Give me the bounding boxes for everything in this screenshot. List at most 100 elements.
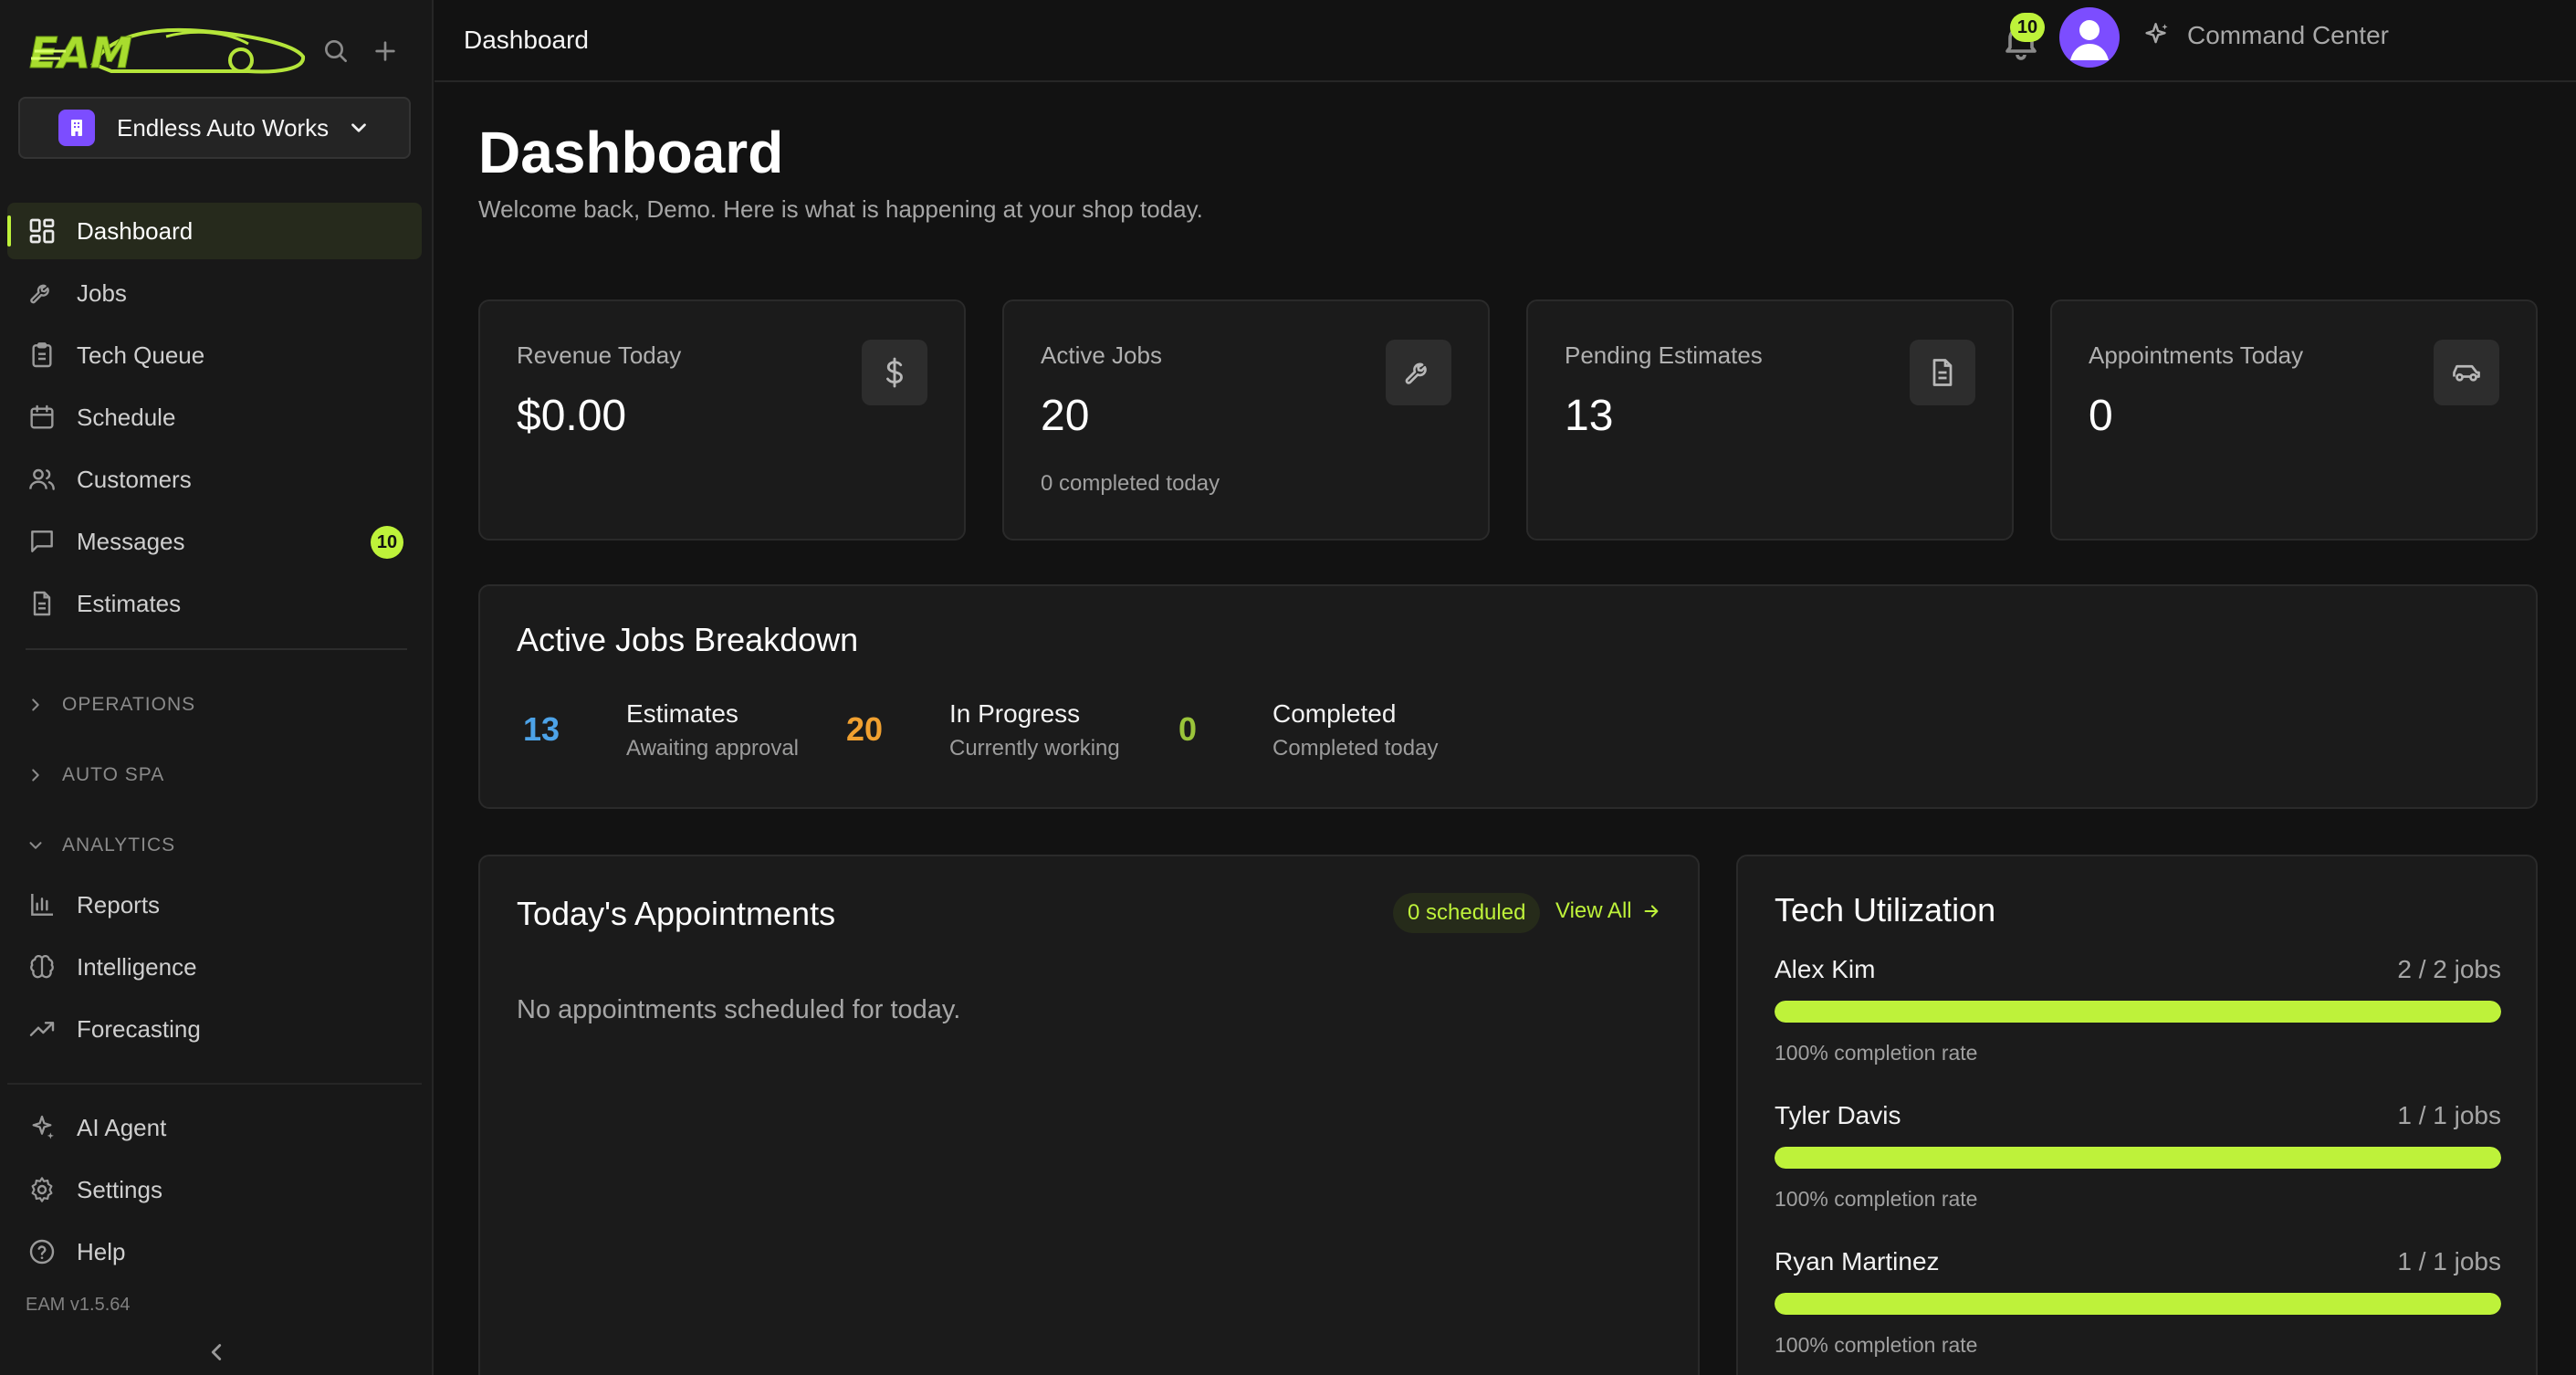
main-nav: Dashboard Jobs Tech Queue Schedule Custo… <box>7 203 422 637</box>
collapse-sidebar-icon[interactable] <box>203 1338 230 1366</box>
card-title: Tech Utilization <box>1775 891 1996 929</box>
stat-label: Pending Estimates <box>1565 341 1763 369</box>
empty-appointments-message: No appointments scheduled for today. <box>517 995 961 1024</box>
sparkle-icon <box>32 1115 54 1139</box>
breakdown-sub: Awaiting approval <box>626 736 800 761</box>
command-center-button[interactable]: Command Center <box>2141 20 2389 51</box>
message-icon <box>31 530 53 552</box>
breakdown-count: 20 <box>845 710 884 748</box>
sidebar-bottom-nav: AI Agent Settings Help <box>7 1083 422 1286</box>
analytics-nav: Reports Intelligence Forecasting <box>7 876 422 1063</box>
chevron-right-icon <box>32 769 39 782</box>
stat-value: $0.00 <box>517 392 627 440</box>
breakdown-sub: Completed today <box>1272 736 1439 761</box>
breakdown-sub: Currently working <box>949 736 1120 761</box>
search-icon[interactable] <box>321 37 351 66</box>
eam-logo[interactable]: EAM <box>29 24 307 79</box>
section-analytics[interactable]: ANALYTICS <box>26 827 175 864</box>
section-operations[interactable]: OPERATIONS <box>26 687 195 723</box>
utilization-bar-fill <box>1775 1001 2501 1023</box>
bar-chart-icon <box>31 894 53 916</box>
sidebar-item-label: Intelligence <box>77 952 197 981</box>
stat-label: Revenue Today <box>517 341 682 369</box>
tech-jobs-count: 1 / 1 jobs <box>2397 1101 2501 1129</box>
trend-up-icon <box>29 1022 55 1036</box>
plus-icon[interactable] <box>371 37 400 66</box>
todays-appointments-card: Today's Appointments 0 scheduled View Al… <box>478 855 1700 1375</box>
dollar-icon <box>862 340 927 405</box>
topbar-title: Dashboard <box>464 26 589 54</box>
stat-card-revenue: Revenue Today $0.00 <box>478 299 966 541</box>
logo-row: EAM <box>29 22 422 80</box>
sidebar-item-label: AI Agent <box>77 1113 167 1141</box>
view-all-appointments-link[interactable]: View All <box>1555 898 1661 924</box>
breakdown-label: Completed <box>1272 699 1397 728</box>
sidebar-item-jobs[interactable]: Jobs <box>7 265 422 321</box>
calendar-icon <box>30 404 54 429</box>
stat-value: 20 <box>1041 392 1090 440</box>
sidebar-item-intelligence[interactable]: Intelligence <box>7 939 422 995</box>
sidebar-item-label: Jobs <box>77 278 127 307</box>
sidebar-item-label: Dashboard <box>77 216 194 245</box>
sidebar-item-reports[interactable]: Reports <box>7 876 422 933</box>
svg-text:EAM: EAM <box>29 28 132 78</box>
utilization-bar <box>1775 1147 2501 1169</box>
section-label: AUTO SPA <box>62 764 165 785</box>
page-title: Dashboard <box>478 120 784 185</box>
sidebar-divider <box>26 648 407 650</box>
sidebar-item-label: Forecasting <box>77 1014 201 1043</box>
sidebar-item-forecasting[interactable]: Forecasting <box>7 1001 422 1057</box>
sidebar-item-label: Messages <box>77 527 185 555</box>
section-label: ANALYTICS <box>62 834 176 855</box>
notification-count-badge: 10 <box>2010 13 2045 42</box>
messages-count-badge: 10 <box>371 526 403 559</box>
sidebar-item-dashboard[interactable]: Dashboard <box>7 203 422 259</box>
card-title: Active Jobs Breakdown <box>517 621 859 658</box>
tech-jobs-count: 1 / 1 jobs <box>2397 1247 2501 1275</box>
stat-value: 13 <box>1565 392 1614 440</box>
tech-name: Tyler Davis <box>1775 1101 1901 1129</box>
tech-jobs-count: 2 / 2 jobs <box>2397 955 2501 983</box>
breakdown-label: Estimates <box>626 699 738 728</box>
brain-icon <box>30 954 54 979</box>
breakdown-count: 13 <box>522 710 560 748</box>
sidebar-item-label: Schedule <box>77 403 176 431</box>
sidebar-item-messages[interactable]: Messages 10 <box>7 513 422 570</box>
sidebar-item-label: Customers <box>77 465 192 493</box>
users-icon <box>29 468 55 490</box>
sidebar-item-estimates[interactable]: Estimates <box>7 575 422 632</box>
sidebar-item-label: Estimates <box>77 589 182 617</box>
tech-name: Ryan Martinez <box>1775 1247 1940 1275</box>
sidebar-item-label: Settings <box>77 1175 162 1203</box>
card-title: Today's Appointments <box>517 895 836 932</box>
sidebar-item-schedule[interactable]: Schedule <box>7 389 422 446</box>
sidebar-item-customers[interactable]: Customers <box>7 451 422 508</box>
sidebar: EAM Endless Auto Works Dashboard Jobs Te… <box>0 0 434 1375</box>
completion-rate: 100% completion rate <box>1775 1187 1978 1211</box>
main-content: Dashboard Welcome back, Demo. Here is wh… <box>435 84 2576 1375</box>
user-avatar[interactable] <box>2059 7 2120 68</box>
shop-switcher[interactable]: Endless Auto Works <box>18 97 411 159</box>
utilization-bar-fill <box>1775 1293 2501 1315</box>
view-all-label: View All <box>1555 898 1632 923</box>
sidebar-item-label: Tech Queue <box>77 341 205 369</box>
completion-rate: 100% completion rate <box>1775 1333 1978 1357</box>
sidebar-item-help[interactable]: Help <box>7 1223 422 1280</box>
stat-card-pending-estimates: Pending Estimates 13 <box>1526 299 2014 541</box>
document-icon <box>33 591 51 616</box>
building-icon <box>58 110 95 146</box>
completion-rate: 100% completion rate <box>1775 1041 1978 1065</box>
utilization-bar-fill <box>1775 1147 2501 1169</box>
sidebar-item-settings[interactable]: Settings <box>7 1161 422 1218</box>
chevron-down-icon <box>29 842 42 849</box>
sidebar-item-tech-queue[interactable]: Tech Queue <box>7 327 422 383</box>
sidebar-item-label: Help <box>77 1237 126 1265</box>
arrow-right-icon <box>1644 905 1659 918</box>
stat-card-appointments: Appointments Today 0 <box>2050 299 2538 541</box>
section-auto-spa[interactable]: AUTO SPA <box>26 757 164 793</box>
sidebar-item-ai-agent[interactable]: AI Agent <box>7 1099 422 1156</box>
utilization-bar <box>1775 1293 2501 1315</box>
stat-label: Active Jobs <box>1041 341 1162 369</box>
breakdown-label: In Progress <box>949 699 1081 728</box>
stat-subtext: 0 completed today <box>1041 471 1220 496</box>
